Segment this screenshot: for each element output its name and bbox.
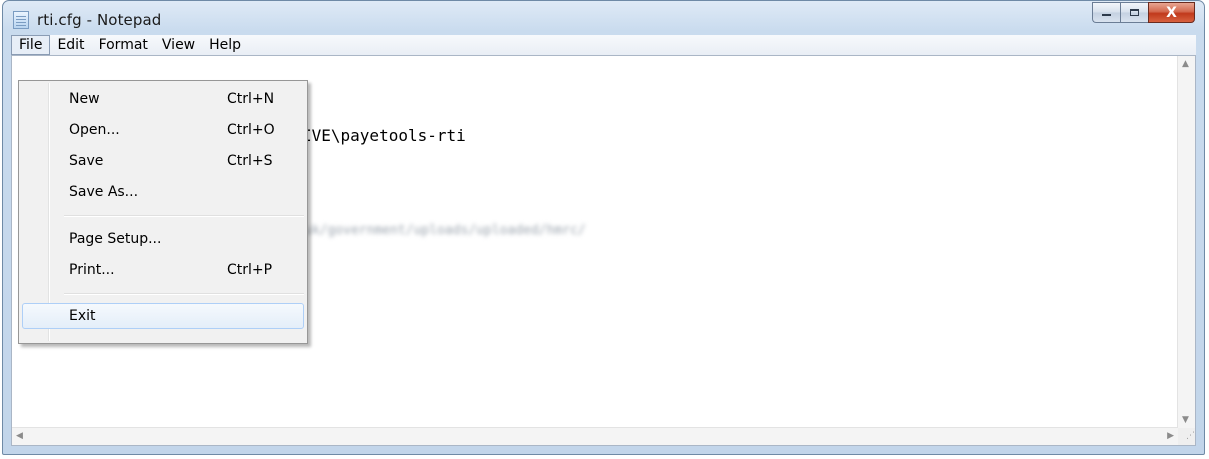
- minimize-button[interactable]: [1092, 2, 1120, 23]
- scroll-right-icon[interactable]: ▶: [1167, 431, 1174, 441]
- menu-item-save[interactable]: Save Ctrl+S: [22, 148, 304, 174]
- menu-item-exit[interactable]: Exit: [22, 303, 304, 329]
- menu-item-label: Page Setup...: [69, 231, 162, 247]
- scroll-down-icon[interactable]: ▼: [1182, 415, 1189, 425]
- editor-line: IVE\payetools-rti: [302, 126, 466, 145]
- scroll-left-icon[interactable]: ◀: [16, 431, 23, 441]
- minimize-icon: [1102, 14, 1111, 16]
- caption-buttons: X: [1092, 2, 1195, 24]
- close-icon: X: [1166, 4, 1177, 21]
- menu-item-page-setup[interactable]: Page Setup...: [22, 226, 304, 252]
- window-title: rti.cfg - Notepad: [37, 11, 162, 29]
- menu-item-save-as[interactable]: Save As...: [22, 179, 304, 205]
- menu-bar: File Edit Format View Help: [11, 35, 1196, 55]
- menu-item-label: New: [69, 91, 100, 107]
- resize-grip-icon[interactable]: ⋰: [1178, 428, 1195, 445]
- menu-item-shortcut: Ctrl+O: [227, 122, 275, 138]
- menu-item-shortcut: Ctrl+S: [227, 153, 273, 169]
- menu-item-label: Exit: [69, 308, 96, 324]
- menu-help[interactable]: Help: [202, 35, 248, 55]
- menu-file[interactable]: File: [11, 35, 51, 55]
- vertical-scrollbar[interactable]: ▲ ▼: [1177, 56, 1195, 428]
- menu-item-print[interactable]: Print... Ctrl+P: [22, 257, 304, 283]
- menu-item-label: Print...: [69, 262, 115, 278]
- menu-item-open[interactable]: Open... Ctrl+O: [22, 117, 304, 143]
- menu-separator: [64, 293, 304, 295]
- menu-edit[interactable]: Edit: [50, 35, 91, 55]
- menu-item-new[interactable]: New Ctrl+N: [22, 86, 304, 112]
- scroll-up-icon[interactable]: ▲: [1182, 59, 1189, 69]
- menu-item-shortcut: Ctrl+P: [227, 262, 273, 278]
- file-menu-dropdown: New Ctrl+N Open... Ctrl+O Save Ctrl+S Sa…: [18, 80, 308, 344]
- menu-format[interactable]: Format: [92, 35, 155, 55]
- notepad-icon[interactable]: [13, 11, 29, 29]
- close-button[interactable]: X: [1148, 2, 1195, 23]
- maximize-icon: [1130, 9, 1139, 16]
- menu-separator: [64, 215, 304, 217]
- menu-item-shortcut: Ctrl+N: [227, 91, 275, 107]
- menu-view[interactable]: View: [155, 35, 202, 55]
- menu-item-label: Save As...: [69, 184, 139, 200]
- horizontal-scrollbar[interactable]: ◀ ▶: [12, 427, 1178, 445]
- maximize-button[interactable]: [1120, 2, 1148, 23]
- editor-line-blurred: uk/government/uploads/uploaded/hmrc/: [304, 223, 586, 238]
- menu-item-label: Open...: [69, 122, 120, 138]
- title-bar[interactable]: rti.cfg - Notepad X: [3, 1, 1204, 35]
- menu-item-label: Save: [69, 153, 104, 169]
